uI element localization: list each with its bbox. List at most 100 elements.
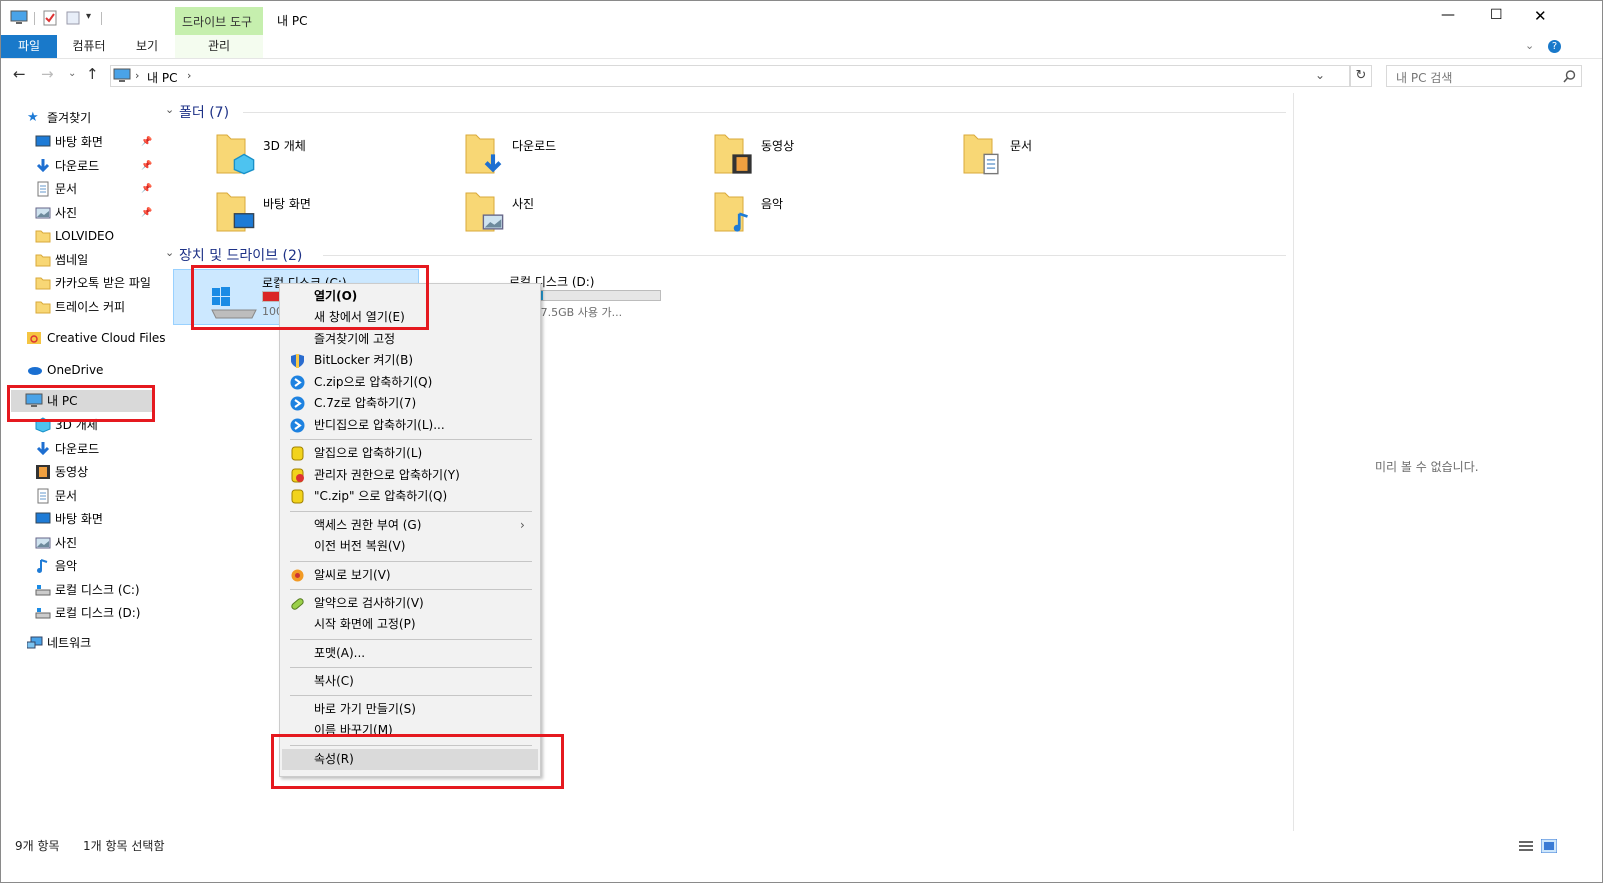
- maximize-button[interactable]: ☐: [1490, 7, 1503, 23]
- context-menu-item[interactable]: 액세스 권한 부여 (G) ›: [280, 515, 540, 536]
- nav-onedrive[interactable]: OneDrive: [27, 359, 157, 381]
- context-menu-item[interactable]: 바로 가기 만들기(S): [280, 699, 540, 720]
- nav-item[interactable]: 다운로드 📌: [35, 155, 159, 177]
- folder-tile[interactable]: 동영상: [713, 131, 933, 179]
- new-folder-icon[interactable]: [65, 10, 81, 26]
- breadcrumb-this-pc[interactable]: 내 PC: [147, 69, 177, 86]
- pin-icon[interactable]: 📌: [141, 178, 152, 200]
- context-menu-item[interactable]: BitLocker 켜기(B): [280, 350, 540, 371]
- nav-item[interactable]: 동영상: [35, 461, 159, 483]
- up-arrow-icon[interactable]: ↑: [86, 65, 99, 83]
- collapse-folders-icon[interactable]: ⌄: [165, 103, 174, 116]
- title-bar: ▾ 드라이브 도구 내 PC — ☐ ✕: [1, 1, 1602, 35]
- document-icon: [983, 153, 999, 175]
- folder-tile[interactable]: 바탕 화면: [215, 189, 435, 237]
- nav-item[interactable]: 바탕 화면 📌: [35, 131, 159, 153]
- nav-item[interactable]: 다운로드: [35, 438, 159, 460]
- context-menu-item[interactable]: 반디집으로 압축하기(L)...: [280, 415, 540, 436]
- search-icon[interactable]: [1563, 70, 1576, 83]
- window-title: 내 PC: [277, 14, 308, 28]
- picture-icon: [482, 214, 504, 230]
- folders-group-header[interactable]: 폴더 (7): [179, 102, 229, 122]
- qat-dropdown-icon[interactable]: ▾: [86, 11, 91, 22]
- context-menu-item[interactable]: 시작 화면에 고정(P): [280, 614, 540, 635]
- folder-icon: [35, 277, 51, 290]
- context-menu-label: 이전 버전 복원(V): [314, 539, 406, 553]
- nav-label: Creative Cloud Files: [47, 331, 166, 345]
- bandizip-icon: [290, 375, 305, 390]
- nav-item[interactable]: 문서 📌: [35, 178, 159, 200]
- context-menu-label: BitLocker 켜기(B): [314, 353, 414, 367]
- pin-icon[interactable]: 📌: [141, 131, 152, 153]
- pc-icon: [113, 68, 131, 82]
- folder-tile[interactable]: 사진: [464, 189, 684, 237]
- tab-file[interactable]: 파일: [1, 35, 57, 58]
- details-view-icon[interactable]: [1519, 840, 1533, 852]
- address-dropdown-icon[interactable]: ⌄: [1315, 68, 1325, 82]
- breadcrumb-sep[interactable]: ›: [187, 69, 191, 82]
- context-menu-item[interactable]: 관리자 권한으로 압축하기(Y): [280, 465, 540, 486]
- context-menu-item[interactable]: 즐겨찾기에 고정: [280, 329, 540, 350]
- context-menu-item[interactable]: 알집으로 압축하기(L): [280, 443, 540, 464]
- help-icon[interactable]: ?: [1548, 40, 1561, 53]
- pin-icon[interactable]: 📌: [141, 202, 152, 224]
- context-menu-item[interactable]: 알씨로 보기(V): [280, 565, 540, 586]
- document-icon: [37, 488, 49, 503]
- pc-icon[interactable]: [10, 10, 28, 26]
- context-menu-item[interactable]: C.zip으로 압축하기(Q): [280, 372, 540, 393]
- nav-item[interactable]: 카카오톡 받은 파일: [35, 272, 159, 294]
- nav-label: 문서: [55, 488, 78, 503]
- nav-label: 동영상: [55, 465, 89, 479]
- address-bar[interactable]: › 내 PC › ⌄: [110, 65, 1350, 87]
- nav-network[interactable]: 네트워크: [27, 632, 157, 654]
- ribbon-expand-icon[interactable]: ⌄: [1525, 39, 1534, 52]
- nav-item[interactable]: 로컬 디스크 (C:): [35, 579, 159, 601]
- context-menu-label: 액세스 권한 부여 (G): [314, 518, 422, 532]
- context-menu-item[interactable]: 복사(C): [280, 671, 540, 692]
- context-menu-item[interactable]: 이전 버전 복원(V): [280, 536, 540, 557]
- collapse-drives-icon[interactable]: ⌄: [165, 246, 174, 259]
- document-icon: [37, 181, 49, 197]
- context-menu-item[interactable]: "C.zip" 으로 압축하기(Q): [280, 486, 540, 507]
- back-arrow-icon[interactable]: ←: [13, 65, 26, 83]
- nav-item[interactable]: 트레이스 커피: [35, 296, 159, 318]
- nav-quick-access[interactable]: ★ 즐겨찾기: [27, 107, 157, 129]
- breadcrumb-sep[interactable]: ›: [135, 69, 139, 82]
- drive-icon: [35, 584, 51, 595]
- close-button[interactable]: ✕: [1534, 7, 1547, 25]
- refresh-icon[interactable]: ↻: [1350, 65, 1372, 87]
- folder-tile[interactable]: 다운로드: [464, 131, 684, 179]
- nav-label: 다운로드: [55, 441, 100, 456]
- forward-arrow-icon[interactable]: →: [41, 65, 54, 83]
- context-menu-item[interactable]: C.7z로 압축하기(7): [280, 393, 540, 414]
- highlight-this-pc: [7, 385, 155, 422]
- context-menu-item[interactable]: 알약으로 검사하기(V): [280, 593, 540, 614]
- alzip-admin-icon: [291, 468, 304, 483]
- tab-view[interactable]: 보기: [121, 35, 173, 58]
- context-menu-item[interactable]: 포맷(A)...: [280, 643, 540, 664]
- nav-item[interactable]: 썸네일: [35, 249, 159, 271]
- nav-label: 트레이스 커피: [55, 299, 126, 314]
- folder-name: 문서: [1010, 139, 1033, 153]
- nav-item[interactable]: 문서: [35, 485, 159, 507]
- nav-item[interactable]: 사진 📌: [35, 202, 159, 224]
- tab-computer[interactable]: 컴퓨터: [61, 35, 117, 58]
- recent-dropdown-icon[interactable]: ⌄: [68, 68, 76, 79]
- properties-icon[interactable]: [42, 10, 58, 26]
- large-icons-view-icon[interactable]: [1541, 839, 1557, 853]
- drives-group-header[interactable]: 장치 및 드라이브 (2): [179, 245, 302, 265]
- folder-tile[interactable]: 문서: [962, 131, 1182, 179]
- nav-item[interactable]: 음악: [35, 555, 159, 577]
- minimize-button[interactable]: —: [1441, 7, 1455, 23]
- tab-manage[interactable]: 관리: [175, 35, 263, 58]
- folder-tile[interactable]: 음악: [713, 189, 933, 237]
- search-box[interactable]: 내 PC 검색: [1386, 65, 1582, 87]
- folder-tile[interactable]: 3D 개체: [215, 131, 435, 179]
- nav-item[interactable]: 사진: [35, 532, 159, 554]
- nav-item[interactable]: 로컬 디스크 (D:): [35, 602, 159, 624]
- nav-item[interactable]: LOLVIDEO: [35, 225, 159, 247]
- nav-item[interactable]: 바탕 화면: [35, 508, 159, 530]
- nav-label: 로컬 디스크 (C:): [55, 582, 140, 597]
- pin-icon[interactable]: 📌: [141, 155, 152, 177]
- nav-creative-cloud[interactable]: Creative Cloud Files: [27, 327, 166, 349]
